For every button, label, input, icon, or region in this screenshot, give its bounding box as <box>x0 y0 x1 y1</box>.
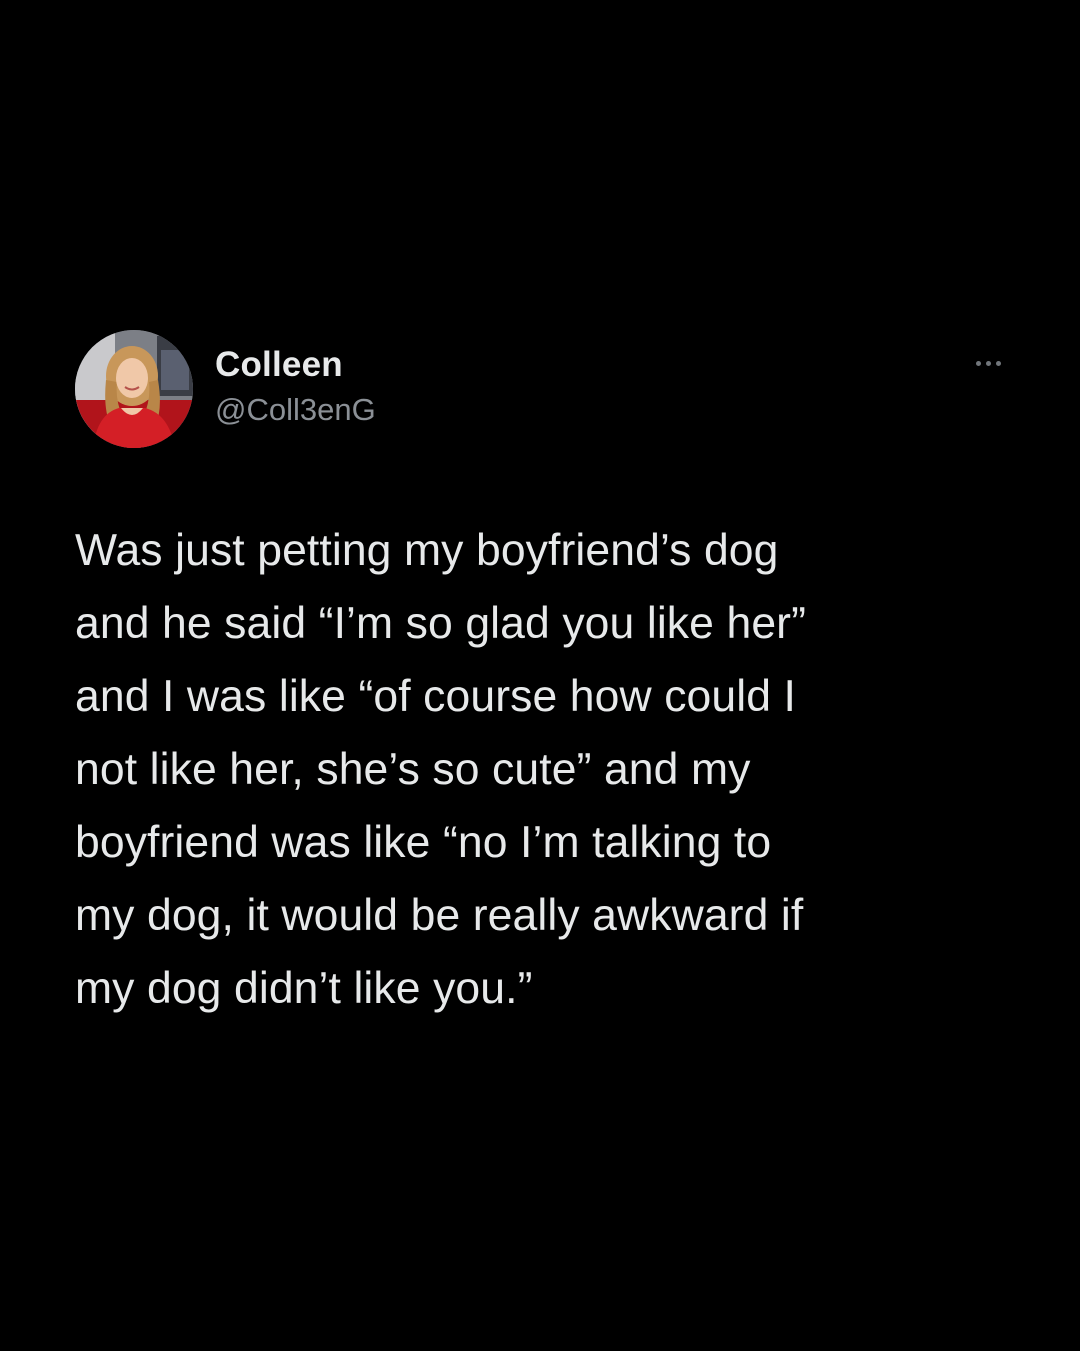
tweet-text: Was just petting my boyfriend’s dog and … <box>75 526 807 1013</box>
tweet-header: Colleen @Coll3enG <box>75 330 1010 448</box>
author-display-name[interactable]: Colleen <box>215 344 376 386</box>
author-info: Colleen @Coll3enG <box>215 344 376 430</box>
more-options-icon <box>975 360 981 366</box>
tweet-card: Colleen @Coll3enG Was just petting my bo… <box>75 330 1010 1025</box>
avatar[interactable] <box>75 330 193 448</box>
author-handle[interactable]: @Coll3enG <box>215 390 376 430</box>
more-options-icon-dot <box>995 360 1001 366</box>
avatar-image <box>75 330 193 448</box>
more-options-icon-dot <box>985 360 991 366</box>
more-options-button[interactable] <box>966 348 1010 378</box>
